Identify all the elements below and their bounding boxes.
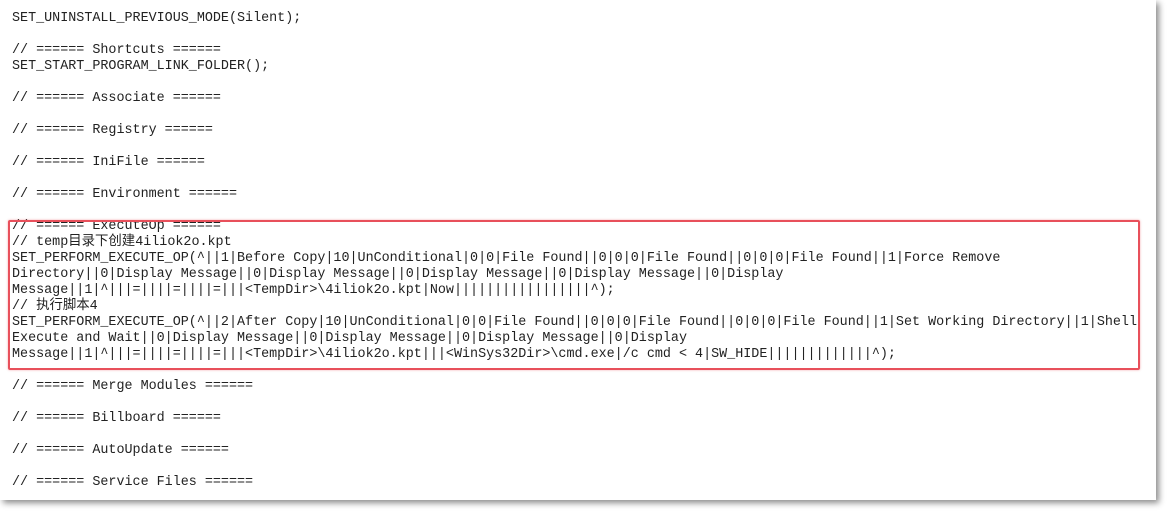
code-line: SET_PERFORM_EXECUTE_OP(^||2|After Copy|1…: [12, 315, 1137, 330]
code-line: // ====== Environment ======: [12, 187, 237, 202]
code-line: // ====== ExecuteOp ======: [12, 219, 221, 234]
code-line: SET_PERFORM_EXECUTE_OP(^||1|Before Copy|…: [12, 251, 1001, 266]
code-line: // ====== Shortcuts ======: [12, 43, 221, 58]
code-line: // ====== Service Files ======: [12, 475, 254, 490]
code-text: SET_UNINSTALL_PREVIOUS_MODE(Silent); // =…: [12, 11, 1137, 491]
code-line: // 执行脚本4: [12, 299, 98, 314]
code-line: // ====== AutoUpdate ======: [12, 443, 229, 458]
code-line: // ====== Registry ======: [12, 123, 213, 138]
code-line: // temp目录下创建4iliok2o.kpt: [12, 235, 232, 250]
code-line: SET_UNINSTALL_PREVIOUS_MODE(Silent);: [12, 11, 302, 26]
code-line: Message||1|^|||=||||=||||=|||<TempDir>\4…: [12, 283, 615, 298]
code-line: // ====== Merge Modules ======: [12, 379, 254, 394]
code-line: // ====== Associate ======: [12, 91, 221, 106]
code-line: SET_START_PROGRAM_LINK_FOLDER();: [12, 59, 270, 74]
code-document: SET_UNINSTALL_PREVIOUS_MODE(Silent); // =…: [0, 0, 1156, 500]
code-line: // ====== IniFile ======: [12, 155, 205, 170]
code-line: Execute and Wait||0|Display Message||0|D…: [12, 331, 687, 346]
code-line: // ====== Billboard ======: [12, 411, 221, 426]
code-line: Directory||0|Display Message||0|Display …: [12, 267, 784, 282]
code-line: Message||1|^|||=||||=||||=|||<TempDir>\4…: [12, 347, 896, 362]
